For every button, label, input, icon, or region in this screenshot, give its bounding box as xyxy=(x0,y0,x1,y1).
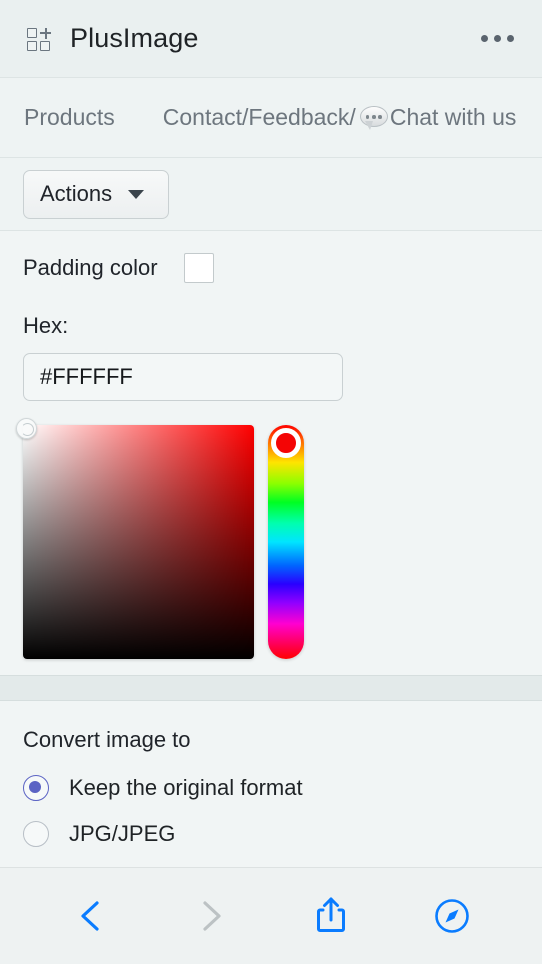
page-title: PlusImage xyxy=(70,23,199,53)
nav-bar: Products Contact/Feedback/ Chat with us xyxy=(0,78,542,158)
radio-button-unselected[interactable] xyxy=(23,821,49,847)
padding-color-swatch[interactable] xyxy=(183,253,214,283)
nav-item-contact-chat[interactable]: Contact/Feedback/ Chat with us xyxy=(162,104,517,131)
saturation-handle[interactable] xyxy=(16,418,37,439)
radio-label-keep-original: Keep the original format xyxy=(69,775,303,800)
hex-label: Hex: xyxy=(23,313,69,338)
radio-button-selected[interactable] xyxy=(23,775,49,801)
app-screen: PlusImage Products Contact/Feedback/ Cha… xyxy=(0,0,542,964)
share-up-icon xyxy=(317,897,346,932)
radio-option-jpg[interactable]: JPG/JPEG xyxy=(23,821,519,847)
padding-color-row: Padding color xyxy=(23,253,519,283)
padding-color-label: Padding color xyxy=(23,255,158,280)
kebab-menu-icon[interactable] xyxy=(477,25,518,52)
safari-compass-icon xyxy=(434,898,469,933)
actions-button[interactable]: Actions xyxy=(23,169,169,219)
nav-item-contact-label: Contact/Feedback/ xyxy=(162,104,356,130)
radio-label-jpg: JPG/JPEG xyxy=(69,821,176,846)
nav-item-products[interactable]: Products xyxy=(24,104,115,131)
saturation-value-square[interactable] xyxy=(16,418,254,659)
nav-item-chat-label: Chat with us xyxy=(389,104,517,130)
safari-toolbar xyxy=(0,867,542,963)
share-button[interactable] xyxy=(271,886,392,946)
forward-button[interactable] xyxy=(151,886,272,946)
actions-toolbar: Actions xyxy=(0,158,542,231)
grid-plus-icon xyxy=(26,26,52,52)
hue-slider[interactable] xyxy=(268,425,304,659)
convert-section: Convert image to Keep the original forma… xyxy=(0,701,542,867)
tabs-button[interactable] xyxy=(392,886,513,946)
saturation-gradient xyxy=(23,425,254,659)
convert-title: Convert image to xyxy=(23,727,191,752)
color-picker xyxy=(16,418,519,659)
chevron-down-icon xyxy=(128,189,145,199)
app-header: PlusImage xyxy=(0,0,542,78)
hex-input[interactable]: #FFFFFF xyxy=(23,353,343,401)
back-button[interactable] xyxy=(30,886,151,946)
hue-slider-handle[interactable] xyxy=(271,428,301,458)
chat-bubble-icon xyxy=(359,106,388,130)
chevron-right-icon xyxy=(203,900,221,931)
section-divider xyxy=(0,675,542,701)
padding-color-section: Padding color Hex: #FFFFFF xyxy=(0,231,542,675)
radio-option-keep-original[interactable]: Keep the original format xyxy=(23,775,519,801)
chevron-left-icon xyxy=(81,900,99,931)
actions-button-label: Actions xyxy=(40,181,113,206)
